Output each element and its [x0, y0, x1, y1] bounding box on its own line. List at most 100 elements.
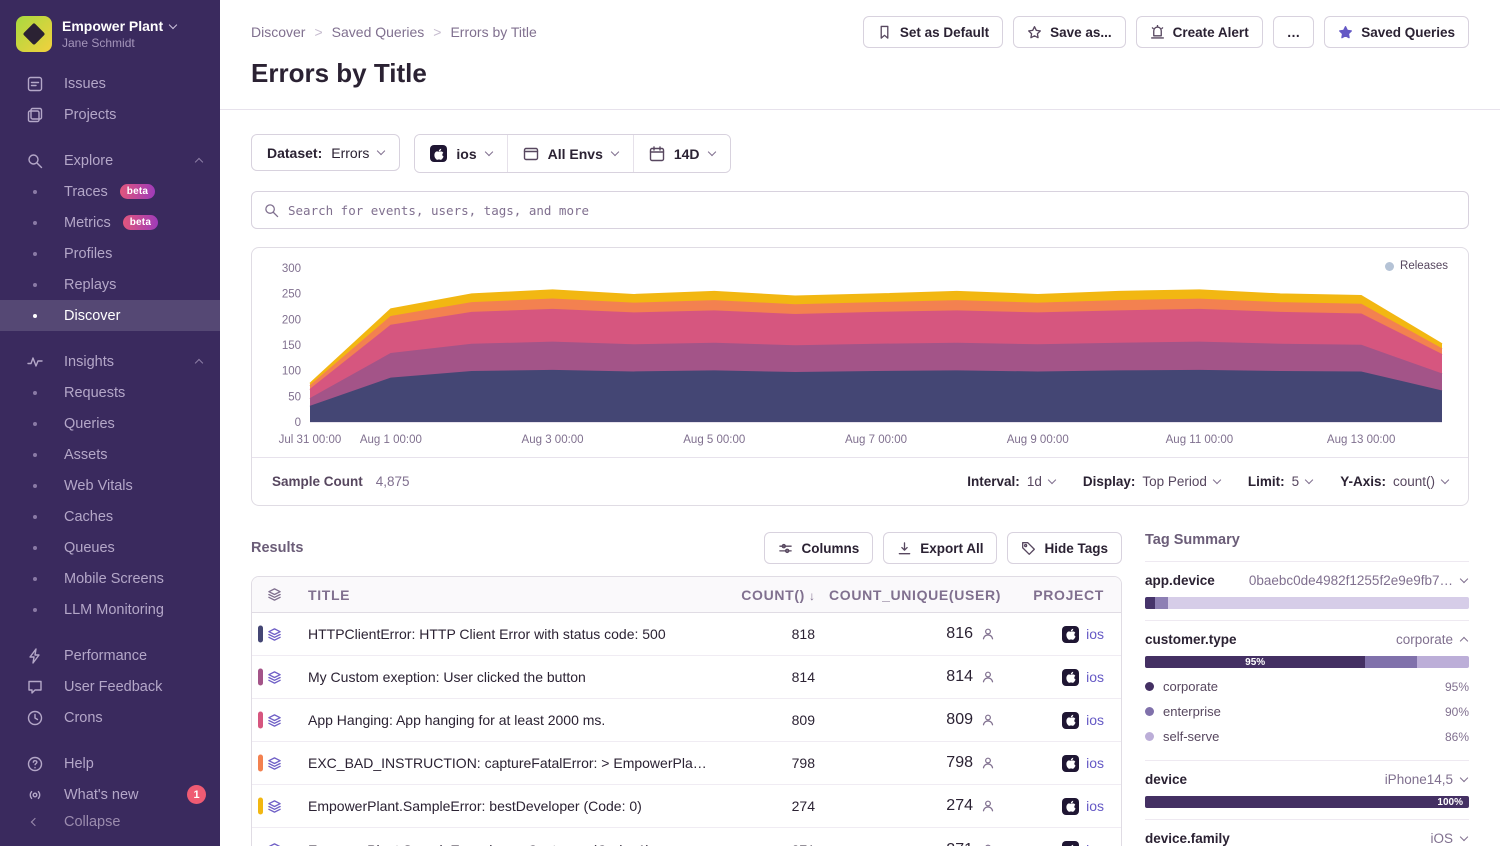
download-icon: [897, 541, 912, 556]
column-header-count-unique[interactable]: COUNT_UNIQUE(USER): [829, 587, 1009, 603]
sidebar-item-discover[interactable]: Discover: [0, 300, 220, 331]
sidebar-item-llm-monitoring[interactable]: LLM Monitoring: [0, 594, 220, 625]
chevron-up-icon: [195, 158, 203, 166]
table-row[interactable]: EmpowerPlant.SampleError: bestDeveloper …: [252, 785, 1121, 828]
sidebar-item-user-feedback[interactable]: User Feedback: [0, 671, 220, 702]
sidebar-item-queries[interactable]: Queries: [0, 408, 220, 439]
tag-toggle[interactable]: app.device 0baebc0de4982f1255f2e9e9fb7…: [1145, 573, 1469, 588]
project-selector[interactable]: ios: [415, 135, 506, 172]
sidebar-item-help[interactable]: Help: [0, 748, 220, 779]
sidebar-item-projects[interactable]: Projects: [0, 99, 220, 130]
sidebar-item-label: Metrics: [64, 215, 111, 231]
error-title: My Custom exeption: User clicked the but…: [296, 669, 709, 685]
breadcrumb: Discover > Saved Queries > Errors by Tit…: [251, 16, 537, 40]
sidebar-item-metrics[interactable]: Metrics beta: [0, 207, 220, 238]
sidebar-item-label: Queries: [64, 416, 115, 432]
tag-toggle[interactable]: device iPhone14,5: [1145, 772, 1469, 787]
sidebar-item-web-vitals[interactable]: Web Vitals: [0, 470, 220, 501]
bullet-icon: [33, 453, 37, 457]
save-as-button[interactable]: Save as...: [1013, 16, 1126, 48]
sidebar-item-traces[interactable]: Traces beta: [0, 176, 220, 207]
saved-queries-button[interactable]: Saved Queries: [1324, 16, 1469, 48]
columns-button[interactable]: Columns: [764, 532, 873, 564]
org-switcher[interactable]: Empower Plant Jane Schmidt: [0, 14, 220, 68]
tag-distribution-bar[interactable]: 95%: [1145, 656, 1469, 668]
sidebar-item-caches[interactable]: Caches: [0, 501, 220, 532]
environment-selector[interactable]: All Envs: [507, 135, 633, 172]
hide-tags-button[interactable]: Hide Tags: [1007, 532, 1122, 564]
sidebar-item-label: Profiles: [64, 246, 112, 262]
tag-toggle[interactable]: customer.type corporate: [1145, 632, 1469, 647]
project-link[interactable]: ios: [1086, 842, 1104, 846]
sidebar-item-whats-new[interactable]: What's new 1: [0, 779, 220, 810]
sidebar-item-crons[interactable]: Crons: [0, 702, 220, 733]
tag-item-device-family: device.family iOS 100%: [1145, 819, 1469, 846]
project-filter-value: ios: [456, 146, 476, 162]
interval-dropdown[interactable]: Interval: 1d: [967, 474, 1055, 489]
tag-legend-item[interactable]: enterprise 90%: [1145, 699, 1469, 724]
yaxis-dropdown[interactable]: Y-Axis: count(): [1340, 474, 1448, 489]
stack-icon: [267, 627, 282, 642]
releases-legend-toggle[interactable]: Releases: [1385, 260, 1448, 272]
project-link[interactable]: ios: [1086, 755, 1104, 771]
count-value: 809: [709, 712, 829, 728]
chevron-down-icon: [1460, 833, 1468, 841]
project-link[interactable]: ios: [1086, 669, 1104, 685]
column-header-count[interactable]: COUNT()↓: [709, 587, 829, 603]
sidebar-item-issues[interactable]: Issues: [0, 68, 220, 99]
bullet-icon: [33, 190, 37, 194]
interval-value: 1d: [1027, 474, 1042, 489]
page-filter-group: ios All Envs 14D: [414, 134, 730, 173]
column-header-project[interactable]: PROJECT: [1009, 587, 1121, 603]
sidebar-section-explore[interactable]: Explore: [0, 145, 220, 176]
column-header-title[interactable]: TITLE: [296, 587, 709, 603]
table-row[interactable]: HTTPClientError: HTTP Client Error with …: [252, 613, 1121, 656]
svg-text:50: 50: [288, 391, 301, 403]
sidebar-item-assets[interactable]: Assets: [0, 439, 220, 470]
environment-filter-value: All Envs: [548, 146, 603, 162]
export-all-button[interactable]: Export All: [883, 532, 997, 564]
bullet-icon: [33, 283, 37, 287]
sidebar-item-replays[interactable]: Replays: [0, 269, 220, 300]
count-value: 814: [709, 669, 829, 685]
apple-platform-icon: [1062, 712, 1079, 729]
create-alert-button[interactable]: Create Alert: [1136, 16, 1263, 48]
chart-footer: Sample Count 4,875 Interval: 1d Display:…: [252, 457, 1468, 505]
search-input[interactable]: [288, 203, 1456, 218]
stacked-area-chart[interactable]: 050100150200250300Jul 31 00:00Aug 1 00:0…: [260, 256, 1460, 452]
user-icon: [981, 756, 995, 770]
sidebar-item-queues[interactable]: Queues: [0, 532, 220, 563]
sidebar-item-mobile-screens[interactable]: Mobile Screens: [0, 563, 220, 594]
tag-distribution-bar[interactable]: [1145, 597, 1469, 609]
project-link[interactable]: ios: [1086, 626, 1104, 642]
more-options-button[interactable]: …: [1273, 16, 1315, 48]
display-dropdown[interactable]: Display: Top Period: [1083, 474, 1220, 489]
sidebar-item-profiles[interactable]: Profiles: [0, 238, 220, 269]
breadcrumb-discover[interactable]: Discover: [251, 24, 305, 40]
dataset-selector[interactable]: Dataset: Errors: [251, 134, 400, 171]
sidebar-item-label: Issues: [64, 76, 106, 92]
tag-legend-item[interactable]: self-serve 86%: [1145, 724, 1469, 749]
count-unique-cell: 274: [829, 797, 1009, 815]
sidebar-item-label: Projects: [64, 107, 116, 123]
svg-text:Aug 11 00:00: Aug 11 00:00: [1166, 434, 1234, 446]
project-link[interactable]: ios: [1086, 712, 1104, 728]
table-row[interactable]: EXC_BAD_INSTRUCTION: captureFatalError: …: [252, 742, 1121, 785]
tag-toggle[interactable]: device.family iOS: [1145, 831, 1469, 846]
tag-legend-item[interactable]: corporate 95%: [1145, 674, 1469, 699]
sidebar-collapse-button[interactable]: Collapse: [0, 810, 220, 834]
limit-dropdown[interactable]: Limit: 5: [1248, 474, 1312, 489]
table-row[interactable]: App Hanging: App hanging for at least 20…: [252, 699, 1121, 742]
bullet-icon: [33, 314, 37, 318]
date-range-selector[interactable]: 14D: [633, 135, 730, 172]
breadcrumb-saved-queries[interactable]: Saved Queries: [332, 24, 425, 40]
table-row[interactable]: My Custom exeption: User clicked the but…: [252, 656, 1121, 699]
sidebar-section-insights[interactable]: Insights: [0, 346, 220, 377]
set-as-default-button[interactable]: Set as Default: [863, 16, 1003, 48]
tag-distribution-bar[interactable]: 100%: [1145, 796, 1469, 808]
sidebar-item-requests[interactable]: Requests: [0, 377, 220, 408]
tag-top-value: 0baebc0de4982f1255f2e9e9fb7…: [1249, 573, 1453, 588]
sidebar-item-performance[interactable]: Performance: [0, 640, 220, 671]
project-link[interactable]: ios: [1086, 798, 1104, 814]
table-row[interactable]: EmpowerPlant.SampleError: happyCustomer …: [252, 828, 1121, 846]
